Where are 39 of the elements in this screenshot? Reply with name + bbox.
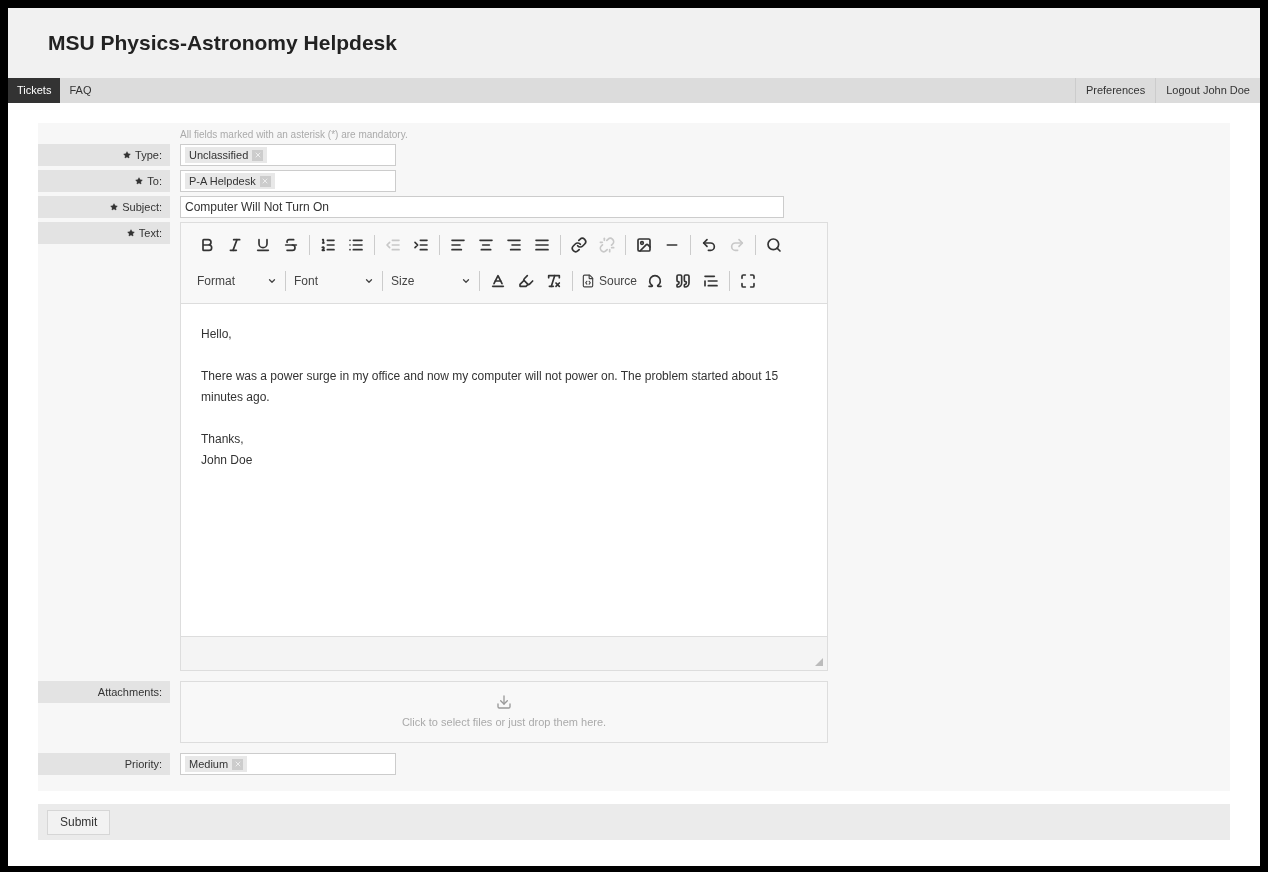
upload-icon [496,693,512,710]
caret-icon [461,276,471,286]
site-title: MSU Physics-Astronomy Helpdesk [48,30,397,57]
editor-body[interactable]: Hello, There was a power surge in my office and now my computer will not power on. The problem started about 15 minutes ago. Thanks, John Doe [181,304,827,636]
toolbar-dropdown[interactable]: Font [290,269,378,293]
source-button[interactable]: Source [577,269,642,293]
label-text: Type: [135,147,162,163]
paragraph: Thanks, John Doe [201,431,254,469]
required-star-icon [110,203,119,211]
toolbar-dropdown[interactable]: Format [193,269,281,293]
label-text: To: [147,173,162,189]
nav-tab[interactable]: FAQ [60,78,101,103]
tag-field[interactable]: P-A Helpdesk [180,170,396,192]
tag: Medium [185,756,248,772]
caret-icon [364,276,374,286]
tag: Unclassified [185,147,268,163]
required-star-icon [123,151,132,159]
nav-link[interactable]: Logout John Doe [1155,78,1260,103]
required-star-icon [126,229,135,237]
label-text: Subject: [122,199,162,215]
toolbar-dropdown[interactable]: Size [387,269,475,293]
required-star-icon [135,177,144,185]
tag-field[interactable]: Medium [180,753,396,775]
resize-handle-icon[interactable] [815,658,823,666]
submit-button[interactable]: Submit [47,809,111,835]
tag: P-A Helpdesk [185,173,275,189]
subject-field[interactable]: Computer Will Not Turn On [180,196,784,218]
label-text: Priority: [124,756,162,772]
paragraph: Hello, [201,326,233,343]
label-text: Text: [138,225,162,241]
tag-field[interactable]: Unclassified [180,144,396,166]
mandatory-note: All fields marked with an asterisk (*) are mandatory. [180,127,408,142]
caret-icon [267,276,277,286]
paragraph: There was a power surge in my office and now my computer will not power on. The problem started about 15 minutes ago. [201,368,780,406]
nav-link[interactable]: Preferences [1074,78,1156,103]
label-text: Attachments: [97,684,162,700]
drop-hint: Click to select files or just drop them here. [401,714,607,730]
nav-tab[interactable]: Tickets [8,78,61,103]
document-icon [581,274,595,288]
